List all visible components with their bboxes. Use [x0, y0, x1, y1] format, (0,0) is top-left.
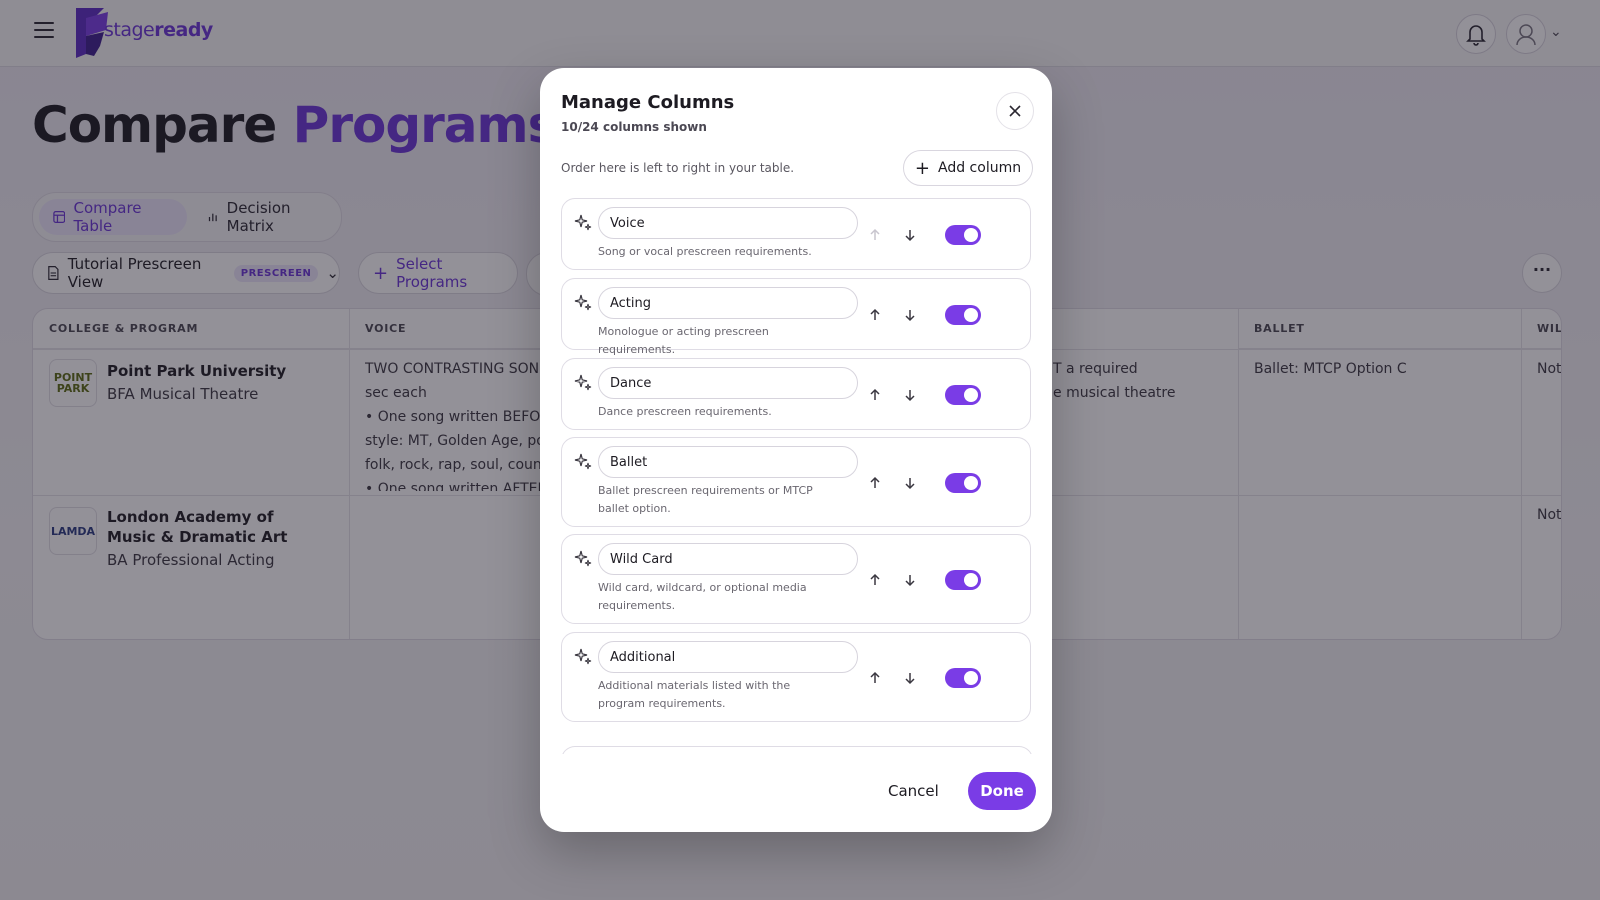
done-button[interactable]: Done [968, 772, 1036, 810]
manage-columns-dialog: Manage Columns 10/24 columns shown Order… [540, 68, 1052, 832]
move-up-icon[interactable] [865, 385, 885, 405]
sparkle-icon [574, 648, 592, 665]
column-visibility-toggle[interactable] [945, 668, 981, 688]
sparkle-icon [574, 214, 592, 231]
column-card-partial [561, 746, 1033, 754]
move-up-icon[interactable] [865, 305, 885, 325]
move-down-icon[interactable] [900, 473, 920, 493]
add-column-label: Add column [938, 160, 1022, 176]
sparkle-icon [574, 374, 592, 391]
move-up-icon[interactable] [865, 570, 885, 590]
column-name-input[interactable] [598, 641, 858, 673]
sparkle-icon [574, 550, 592, 567]
column-card-voice[interactable]: Song or vocal prescreen requirements. [561, 198, 1031, 270]
column-card-acting[interactable]: Monologue or acting prescreen requiremen… [561, 278, 1031, 356]
add-column-button[interactable]: + Add column [903, 150, 1033, 186]
column-list[interactable]: Additional materials listed with the pro… [561, 198, 1033, 754]
order-hint: Order here is left to right in your tabl… [561, 161, 795, 175]
columns-shown-count: 10/24 columns shown [561, 120, 707, 134]
column-visibility-toggle[interactable] [945, 570, 981, 590]
close-icon [1009, 105, 1021, 117]
column-name-input[interactable] [598, 543, 858, 575]
move-up-icon[interactable] [865, 668, 885, 688]
column-visibility-toggle[interactable] [945, 305, 981, 325]
column-card-ballet[interactable]: Ballet prescreen requirements or MTCP ba… [561, 437, 1031, 527]
cancel-button[interactable]: Cancel [888, 772, 939, 810]
column-description: Monologue or acting prescreen requiremen… [598, 325, 769, 356]
column-name-input[interactable] [598, 446, 858, 478]
column-name-input[interactable] [598, 207, 858, 239]
column-card-wild-card[interactable]: Wild card, wildcard, or optional media r… [561, 534, 1031, 624]
column-description: Wild card, wildcard, or optional media r… [598, 581, 807, 612]
column-name-input[interactable] [598, 287, 858, 319]
close-button[interactable] [996, 92, 1034, 130]
move-up-icon[interactable] [865, 473, 885, 493]
move-down-icon[interactable] [900, 570, 920, 590]
column-visibility-toggle[interactable] [945, 385, 981, 405]
column-card-additional[interactable]: Additional materials listed with the pro… [561, 632, 1031, 722]
column-description: Ballet prescreen requirements or MTCP ba… [598, 484, 813, 515]
column-description: Dance prescreen requirements. [598, 405, 772, 418]
move-down-icon[interactable] [900, 385, 920, 405]
sparkle-icon [574, 294, 592, 311]
column-visibility-toggle[interactable] [945, 225, 981, 245]
column-card-dance[interactable]: Dance prescreen requirements. [561, 358, 1031, 430]
dialog-title: Manage Columns [561, 92, 735, 113]
sparkle-icon [574, 453, 592, 470]
move-up-icon[interactable] [865, 225, 885, 245]
move-down-icon[interactable] [900, 305, 920, 325]
column-description: Additional materials listed with the pro… [598, 679, 791, 710]
move-down-icon[interactable] [900, 225, 920, 245]
column-name-input[interactable] [598, 367, 858, 399]
column-visibility-toggle[interactable] [945, 473, 981, 493]
plus-icon: + [914, 157, 930, 179]
move-down-icon[interactable] [900, 668, 920, 688]
column-description: Song or vocal prescreen requirements. [598, 245, 812, 258]
